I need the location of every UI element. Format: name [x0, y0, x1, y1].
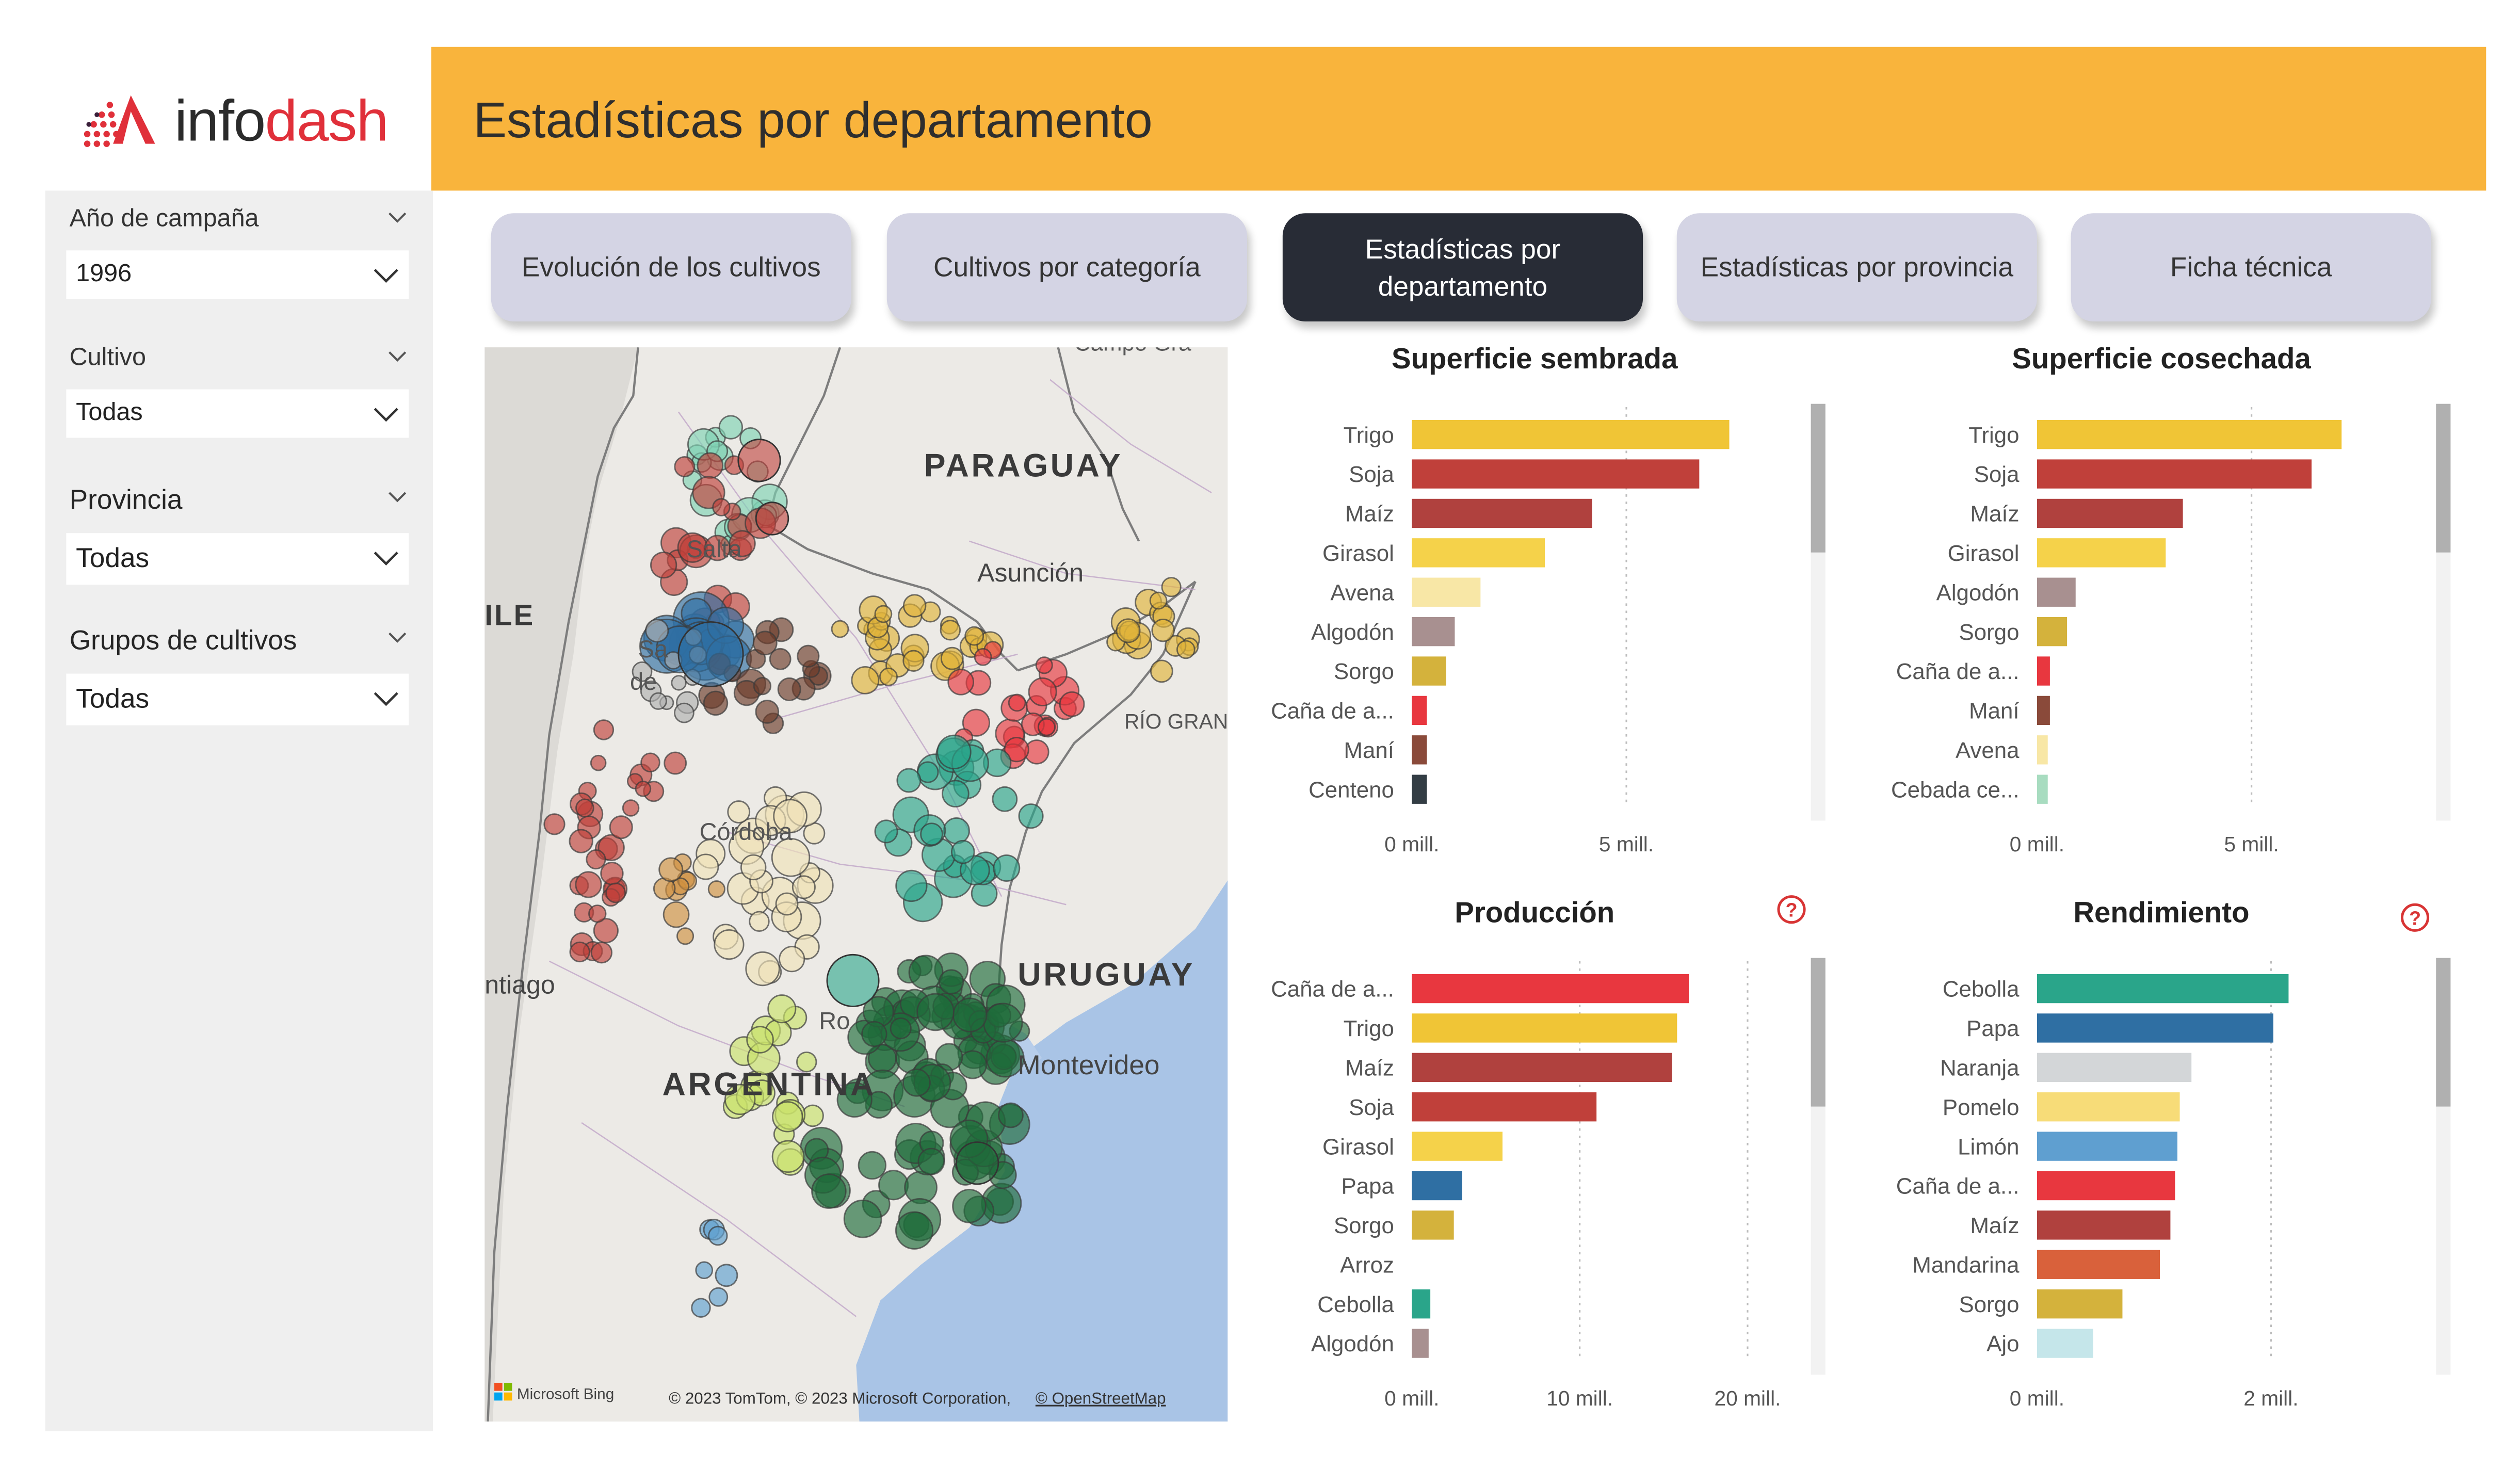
bar[interactable]	[2037, 1171, 2175, 1201]
category-label: Maíz	[1345, 1055, 1394, 1080]
category-label: Ajo	[1986, 1331, 2019, 1356]
bar[interactable]	[1412, 974, 1689, 1004]
category-label: Sorgo	[1334, 1213, 1394, 1238]
bar[interactable]	[2037, 735, 2048, 765]
bar[interactable]	[1412, 1132, 1503, 1161]
category-label: Caña de a...	[1896, 659, 2020, 684]
category-label: Sorgo	[1959, 1292, 2020, 1317]
category-label: Girasol	[1322, 541, 1394, 566]
category-label: Maní	[1969, 699, 2019, 724]
category-label: Arroz	[1340, 1252, 1394, 1278]
x-tick-label: 5 mill.	[2224, 832, 2279, 856]
category-label: Caña de a...	[1896, 1174, 2020, 1199]
bar[interactable]	[1412, 420, 1730, 449]
chart-scrollbar-thumb[interactable]	[1811, 403, 1826, 553]
category-label: Avena	[1956, 738, 2020, 763]
category-label: Cebolla	[1317, 1292, 1394, 1317]
category-label: Caña de a...	[1271, 977, 1394, 1002]
bar[interactable]	[2037, 774, 2048, 804]
category-label: Mandarina	[1912, 1252, 2020, 1278]
category-label: Pomelo	[1943, 1095, 2020, 1120]
x-tick-label: 0 mill.	[1384, 832, 1439, 856]
bar[interactable]	[1412, 696, 1427, 725]
category-label: Soja	[1974, 462, 2020, 487]
bar[interactable]	[1412, 577, 1481, 607]
category-label: Naranja	[1940, 1055, 2020, 1080]
bar[interactable]	[1412, 538, 1545, 568]
category-label: Algodón	[1936, 580, 2020, 605]
bar[interactable]	[2037, 974, 2289, 1004]
bar[interactable]	[2037, 656, 2050, 686]
bar[interactable]	[2037, 498, 2183, 528]
category-label: Cebada ce...	[1891, 777, 2020, 802]
category-label: Limón	[1958, 1134, 2019, 1159]
category-label: Maní	[1344, 738, 1394, 763]
bar[interactable]	[1412, 656, 1446, 686]
bar[interactable]	[2037, 617, 2067, 647]
category-label: Trigo	[1344, 423, 1394, 448]
bar[interactable]	[2037, 1289, 2123, 1319]
bar[interactable]	[1412, 774, 1427, 804]
bar[interactable]	[1412, 1329, 1429, 1358]
bar[interactable]	[2037, 1013, 2273, 1043]
category-label: Soja	[1349, 462, 1394, 487]
bar[interactable]	[2037, 1210, 2171, 1240]
bar-charts: 0 mill. 5 mill. Trigo Soja Maíz Girasol Avena A…	[1271, 403, 2451, 1410]
category-label: Sorgo	[1334, 659, 1394, 684]
bar-chart-3: 0 mill. 2 mill. Cebolla Papa Naranja Pomelo Li…	[1896, 958, 2451, 1410]
bar[interactable]	[1412, 1053, 1672, 1083]
bar[interactable]	[2037, 538, 2166, 568]
bar[interactable]	[2037, 1250, 2160, 1279]
category-label: Sorgo	[1959, 620, 2020, 645]
bar[interactable]	[2037, 1053, 2192, 1083]
x-tick-label: 0 mill.	[2010, 1386, 2064, 1410]
x-tick-label: 2 mill.	[2243, 1386, 2298, 1410]
category-label: Avena	[1330, 580, 1394, 605]
chart-scrollbar-thumb[interactable]	[2436, 958, 2451, 1107]
category-label: Centeno	[1309, 777, 1394, 802]
bar[interactable]	[2037, 1329, 2093, 1358]
category-label: Papa	[1966, 1016, 2020, 1041]
bar[interactable]	[2037, 696, 2050, 725]
chart-scrollbar-thumb[interactable]	[2436, 403, 2451, 553]
category-label: Papa	[1342, 1174, 1395, 1199]
bar[interactable]	[1412, 1289, 1431, 1319]
bar[interactable]	[2037, 1092, 2180, 1122]
bar[interactable]	[1412, 459, 1700, 489]
chart-scrollbar-thumb[interactable]	[1811, 958, 1826, 1107]
bar[interactable]	[2037, 420, 2342, 449]
bar[interactable]	[1412, 735, 1427, 765]
bar[interactable]	[1412, 1171, 1462, 1201]
category-label: Maíz	[1970, 502, 2020, 527]
category-label: Caña de a...	[1271, 699, 1394, 724]
category-label: Girasol	[1322, 1134, 1394, 1159]
category-label: Trigo	[1968, 423, 2019, 448]
x-tick-label: 0 mill.	[2010, 832, 2064, 856]
x-tick-label: 20 mill.	[1715, 1386, 1781, 1410]
category-label: Girasol	[1948, 541, 2020, 566]
bar[interactable]	[1412, 617, 1455, 647]
bar[interactable]	[1412, 498, 1592, 528]
bar[interactable]	[1412, 1013, 1677, 1043]
category-label: Algodón	[1311, 1331, 1394, 1356]
bar-chart-1: 0 mill. 5 mill. Trigo Soja Maíz Girasol Algodó…	[1891, 403, 2451, 856]
bar[interactable]	[1412, 1092, 1597, 1122]
category-label: Trigo	[1344, 1016, 1394, 1041]
x-tick-label: 5 mill.	[1599, 832, 1654, 856]
x-tick-label: 0 mill.	[1384, 1386, 1439, 1410]
bar[interactable]	[1412, 1210, 1454, 1240]
bar-chart-2: 0 mill. 10 mill. 20 mill. Caña de a... Trigo…	[1271, 958, 1826, 1410]
category-label: Maíz	[1345, 502, 1394, 527]
category-label: Cebolla	[1943, 977, 2020, 1002]
bar[interactable]	[2037, 577, 2076, 607]
category-label: Soja	[1349, 1095, 1394, 1120]
bar-chart-0: 0 mill. 5 mill. Trigo Soja Maíz Girasol Avena A…	[1271, 403, 1826, 856]
bar[interactable]	[2037, 1132, 2178, 1161]
bar[interactable]	[2037, 459, 2312, 489]
category-label: Maíz	[1970, 1213, 2020, 1238]
x-tick-label: 10 mill.	[1546, 1386, 1613, 1410]
category-label: Algodón	[1311, 620, 1394, 645]
